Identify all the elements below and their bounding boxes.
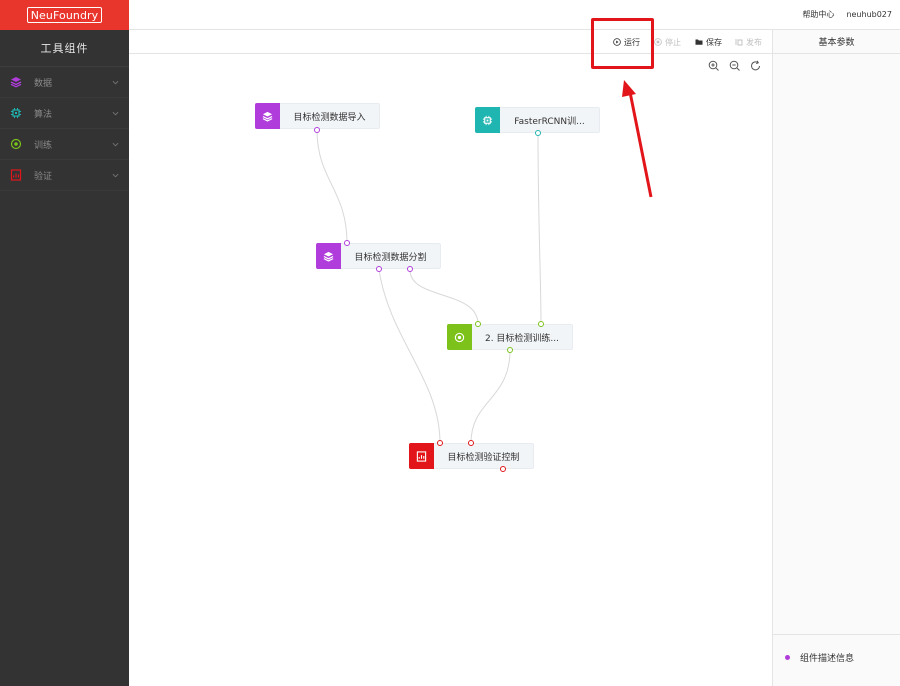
layers-icon [10,76,22,88]
input-port[interactable] [468,440,474,446]
chevron-down-icon [112,142,119,146]
output-port[interactable] [407,266,413,272]
chevron-down-icon [112,111,119,115]
bullet-dot [785,655,790,660]
save-label: 保存 [706,37,722,47]
workflow-canvas[interactable] [129,54,772,686]
save-button[interactable]: 保存 [695,30,722,54]
top-bar: 帮助中心 neuhub027 [129,0,900,30]
sidebar-title: 工具组件 [0,30,129,67]
component-description-section: 组件描述信息 [773,634,900,686]
stop-circle-icon [654,38,662,46]
target-icon [447,324,472,350]
node-label: 目标检测数据分割 [354,252,427,263]
node-label: 2. 目标检测训练... [484,333,560,344]
zoom-in-icon[interactable] [707,59,721,73]
logo-bar: NeuFoundry [0,0,129,30]
report-icon [409,443,434,469]
properties-panel: 基本参数 组件描述信息 [772,30,900,686]
input-port[interactable] [437,440,443,446]
node-data-import[interactable]: 目标检测数据导入 [255,103,380,129]
output-port[interactable] [376,266,382,272]
component-description: 组件描述信息 [785,651,854,664]
sidebar-item-label: 数据 [34,78,53,89]
node-validation[interactable]: 目标检测验证控制 [409,443,534,469]
target-icon [10,138,22,150]
sidebar: NeuFoundry 工具组件 数据 算法 训练 验证 [0,0,129,686]
publish-icon [735,39,743,46]
sidebar-item-training[interactable]: 训练 [0,129,129,160]
input-port[interactable] [344,240,350,246]
chip-icon [10,107,22,119]
output-port[interactable] [500,466,506,472]
input-port[interactable] [475,321,481,327]
publish-button[interactable]: 发布 [735,30,762,54]
chevron-down-icon [112,80,119,84]
sidebar-item-algorithm[interactable]: 算法 [0,98,129,129]
chevron-down-icon [112,173,119,177]
toolbar: 运行 停止 保存 发布 [129,30,772,54]
stop-button[interactable]: 停止 [654,30,681,54]
input-port[interactable] [538,321,544,327]
node-label: 目标检测验证控制 [447,452,520,463]
user-name[interactable]: neuhub027 [846,10,892,19]
layers-icon [316,243,341,269]
description-label: 组件描述信息 [800,654,855,664]
output-port[interactable] [535,130,541,136]
sidebar-item-validation[interactable]: 验证 [0,160,129,191]
zoom-out-icon[interactable] [728,59,742,73]
sidebar-item-label: 验证 [34,171,53,182]
report-icon [10,169,22,181]
output-port[interactable] [507,347,513,353]
sidebar-item-data[interactable]: 数据 [0,67,129,98]
publish-label: 发布 [746,37,762,47]
brand-logo[interactable]: NeuFoundry [26,7,103,23]
output-port[interactable] [314,127,320,133]
highlight-box [591,18,654,69]
reset-view-icon[interactable] [749,59,763,73]
layers-icon [255,103,280,129]
help-center-link[interactable]: 帮助中心 [802,9,834,20]
chip-icon [475,107,500,133]
folder-icon [695,39,703,45]
stop-label: 停止 [665,37,681,47]
sidebar-item-label: 算法 [34,109,53,120]
panel-title: 基本参数 [773,30,900,54]
node-label: 目标检测数据导入 [293,112,366,123]
node-label: FasterRCNN训... [514,116,585,127]
sidebar-item-label: 训练 [34,140,53,151]
